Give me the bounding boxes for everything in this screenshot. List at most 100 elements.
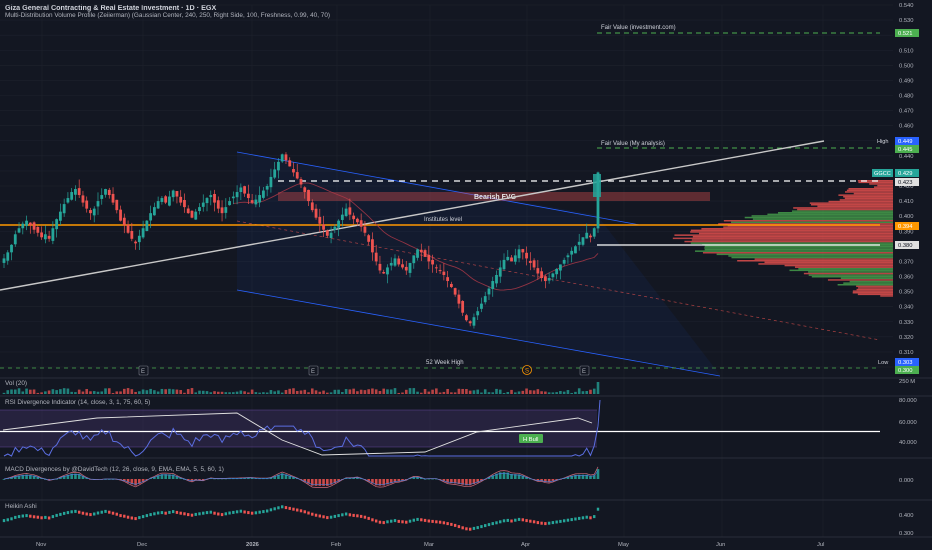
axis-tick: 80.000 xyxy=(899,398,917,404)
heikin-candle xyxy=(555,520,558,524)
axis-tick: 0.000 xyxy=(899,478,914,484)
volume-profile-bar xyxy=(723,220,893,222)
heikin-candle xyxy=(499,520,502,524)
heikin-candle xyxy=(562,519,566,523)
price-tick: 0.440 xyxy=(899,154,914,160)
candle-body xyxy=(100,195,104,199)
heikin-candle xyxy=(47,516,51,520)
candle-body xyxy=(254,199,258,205)
volume-bar xyxy=(536,389,540,394)
candle-body xyxy=(310,202,314,211)
candle-body xyxy=(340,214,344,220)
heikin-candle xyxy=(149,513,152,517)
split-marker[interactable]: S xyxy=(525,369,529,375)
heikin-candle xyxy=(427,519,431,523)
volume-bar xyxy=(559,391,562,394)
volume-bar xyxy=(555,392,558,394)
volume-bar xyxy=(247,392,250,394)
heikin-candle xyxy=(25,514,28,518)
volume-bar xyxy=(495,388,498,394)
axis-tick: 250 M xyxy=(899,379,915,385)
heikin-candle xyxy=(566,518,570,522)
volume-bar xyxy=(529,390,532,394)
candle-body xyxy=(96,201,100,207)
volume-bar xyxy=(506,391,510,394)
heikin-candle xyxy=(130,516,134,520)
price-tick: 0.310 xyxy=(899,350,914,356)
candle-body xyxy=(47,235,51,239)
volume-bar xyxy=(371,388,374,394)
candle-body xyxy=(201,202,205,207)
volume-profile-bar xyxy=(828,200,893,203)
heikin-candle xyxy=(288,506,291,510)
volume-bar xyxy=(107,388,111,394)
heikin-candle xyxy=(435,520,438,524)
volume-profile-bar xyxy=(778,212,893,214)
candle-body xyxy=(134,241,137,244)
macd-bar xyxy=(596,469,600,479)
vol-pane-label[interactable]: Vol (20) xyxy=(5,380,27,387)
candle-body xyxy=(160,198,164,202)
candle-body xyxy=(62,204,66,214)
volume-bar xyxy=(303,389,307,394)
candle-body xyxy=(517,249,521,259)
volume-profile-bar xyxy=(869,183,893,185)
volume-bar xyxy=(427,391,431,394)
candle-body xyxy=(213,193,216,203)
candle-body xyxy=(404,266,408,271)
time-axis[interactable]: Nov Dec 2026 Feb Mar Apr May Jun Jul xyxy=(36,542,824,548)
candle-body xyxy=(28,222,32,226)
volume-bar xyxy=(393,388,397,394)
volume-profile-bar xyxy=(737,260,893,262)
volume-bar xyxy=(134,391,137,394)
volume-bar xyxy=(17,388,21,394)
candle-body xyxy=(551,273,555,278)
volume-profile-bar xyxy=(674,234,893,236)
candle-body xyxy=(85,200,89,209)
heikin-candle xyxy=(472,526,476,530)
heikin-candle xyxy=(476,526,479,530)
volume-bar xyxy=(450,392,453,394)
earnings-marker[interactable]: E xyxy=(311,369,315,375)
volume-bar xyxy=(77,389,81,394)
heikin-candle xyxy=(502,519,506,523)
volume-bar xyxy=(262,392,265,394)
heikin-pane-label[interactable]: Heikin Ashi xyxy=(5,503,37,510)
candle-body xyxy=(434,267,438,269)
volume-profile-bar xyxy=(808,271,893,273)
volume-profile-bar xyxy=(848,188,893,190)
volume-bar xyxy=(577,388,581,394)
heikin-candle xyxy=(423,518,427,522)
volume-profile-bar xyxy=(817,205,893,208)
volume-bar xyxy=(472,390,476,394)
heikin-candle xyxy=(495,521,498,525)
macd-pane-label[interactable]: MACD Divergences by @DavidTech (12, 26, … xyxy=(5,466,224,473)
candle-body xyxy=(228,201,231,206)
heikin-candle xyxy=(14,515,17,519)
earnings-marker[interactable]: E xyxy=(141,369,145,375)
volume-bar xyxy=(326,392,329,394)
heikin-candle xyxy=(446,522,449,526)
volume-bar xyxy=(194,392,198,394)
volume-bar xyxy=(570,392,573,394)
candle-body xyxy=(209,195,213,198)
candle-body xyxy=(378,263,382,271)
rsi-pane-label[interactable]: RSI Divergence Indicator (14, close, 3, … xyxy=(5,399,150,406)
heikin-candle xyxy=(96,511,100,515)
candle-body xyxy=(66,198,70,203)
heikin-candle xyxy=(108,510,111,514)
price-axis[interactable]: 0.5400.5300.5200.5100.5000.4900.4800.470… xyxy=(899,3,914,371)
heikin-candle xyxy=(581,516,585,520)
candle-body xyxy=(562,259,566,264)
earnings-marker[interactable]: E xyxy=(582,369,586,375)
candle-body xyxy=(577,241,581,245)
volume-bar xyxy=(29,389,32,394)
volume-profile-bar xyxy=(853,192,893,195)
heikin-candle xyxy=(175,510,179,514)
volume-bar xyxy=(153,390,156,394)
heikin-candle xyxy=(536,521,540,525)
price-tick: 0.490 xyxy=(899,78,914,84)
candle-body xyxy=(145,220,149,232)
candle-body xyxy=(303,187,307,193)
candle-body xyxy=(502,259,506,270)
